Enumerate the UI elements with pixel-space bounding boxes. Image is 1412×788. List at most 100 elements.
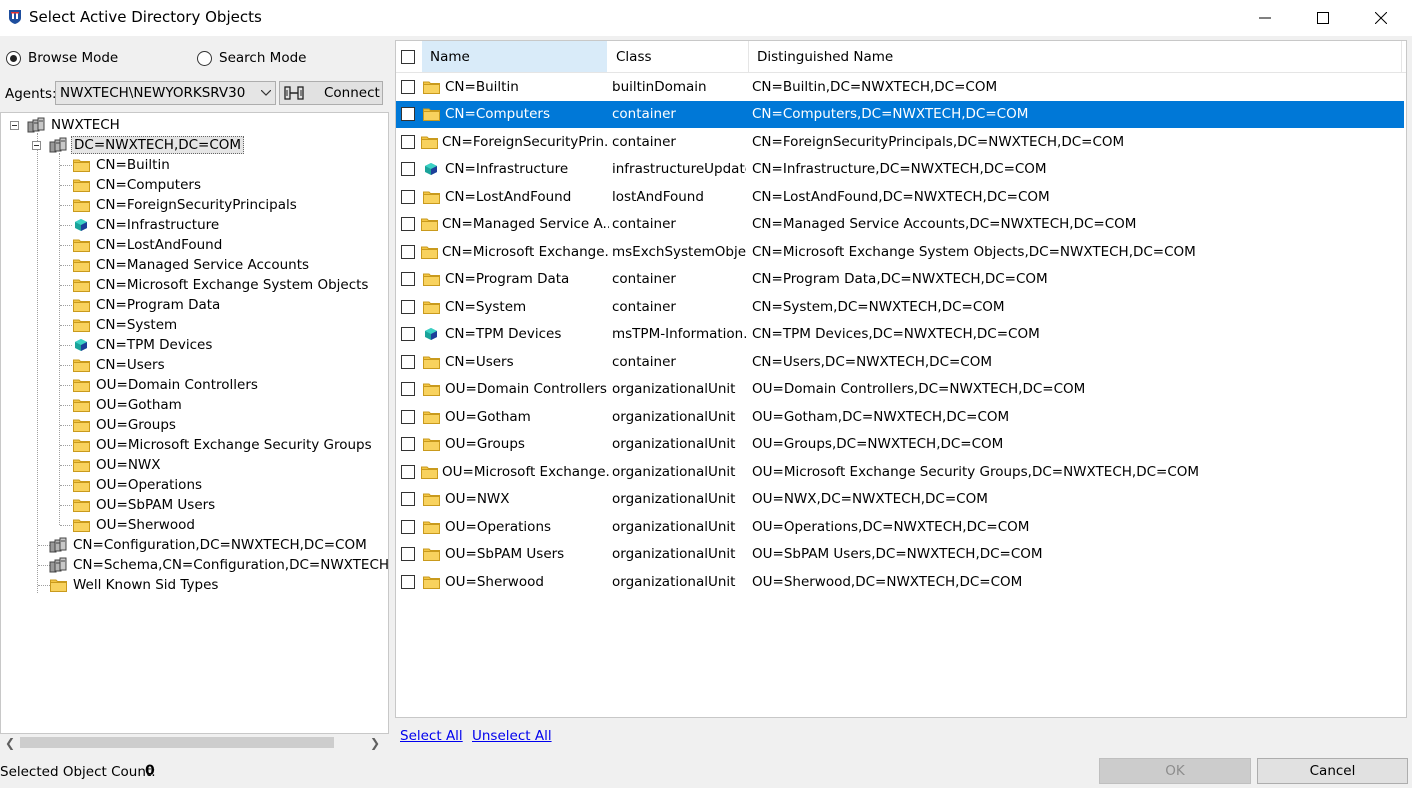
directory-tree[interactable]: NWXTECH DC=NWXTECH,DC=COM CN=Builtin CN=Com… <box>0 112 389 734</box>
tree-node-child[interactable]: CN=Managed Service Accounts <box>72 255 311 275</box>
row-checkbox[interactable] <box>401 409 415 424</box>
tree-node-other[interactable]: CN=Schema,CN=Configuration,DC=NWXTECH,DC… <box>49 555 388 575</box>
tree-node-child[interactable]: OU=NWX <box>72 455 163 475</box>
row-checkbox-cell[interactable] <box>401 403 421 430</box>
tree-node-child[interactable]: OU=SbPAM Users <box>72 495 217 515</box>
tree-node-child[interactable]: CN=Program Data <box>72 295 222 315</box>
row-checkbox-cell[interactable] <box>401 321 421 348</box>
row-checkbox[interactable] <box>401 299 415 314</box>
row-checkbox[interactable] <box>401 492 415 506</box>
table-row[interactable]: CN=ForeignSecurityPrin... container CN=For… <box>396 128 1404 155</box>
row-checkbox[interactable] <box>401 464 415 479</box>
browse-mode-radio[interactable]: Browse Mode <box>6 50 118 66</box>
row-checkbox-cell[interactable] <box>401 211 421 238</box>
table-row[interactable]: OU=Domain Controllers organizationalUnit O… <box>396 376 1404 403</box>
row-checkbox[interactable] <box>401 354 415 369</box>
row-checkbox[interactable] <box>401 107 415 121</box>
row-checkbox[interactable] <box>401 272 415 286</box>
column-header-class[interactable]: Class <box>608 41 749 72</box>
row-checkbox[interactable] <box>401 217 415 231</box>
table-row[interactable]: CN=Program Data container CN=Program Data,… <box>396 266 1404 293</box>
header-select-all-checkbox-cell[interactable] <box>396 41 422 72</box>
close-button[interactable] <box>1352 0 1410 36</box>
tree-node-child[interactable]: CN=Computers <box>72 175 203 195</box>
tree-node-child[interactable]: CN=System <box>72 315 179 335</box>
row-checkbox-cell[interactable] <box>401 568 421 595</box>
row-checkbox[interactable] <box>401 327 415 341</box>
connect-button[interactable]: Connect <box>279 81 383 105</box>
tree-node-domain[interactable]: DC=NWXTECH,DC=COM <box>49 135 245 155</box>
row-checkbox-cell[interactable] <box>401 458 421 485</box>
row-checkbox-cell[interactable] <box>401 73 421 100</box>
row-checkbox-cell[interactable] <box>401 541 421 568</box>
row-checkbox[interactable] <box>401 79 415 94</box>
tree-node-child[interactable]: CN=LostAndFound <box>72 235 224 255</box>
tree-node-child[interactable]: OU=Domain Controllers <box>72 375 260 395</box>
row-checkbox-cell[interactable] <box>401 348 421 375</box>
tree-horizontal-scrollbar[interactable]: ❮ ❯ <box>0 734 389 751</box>
tree-node-child[interactable]: OU=Groups <box>72 415 178 435</box>
row-checkbox[interactable] <box>401 547 415 561</box>
scrollbar-thumb[interactable] <box>20 737 334 748</box>
tree-node-child[interactable]: CN=ForeignSecurityPrincipals <box>72 195 299 215</box>
row-checkbox[interactable] <box>401 382 415 396</box>
table-row[interactable]: CN=Computers container CN=Computers,DC=NWX… <box>396 100 1404 128</box>
search-mode-radio[interactable]: Search Mode <box>197 50 306 66</box>
scroll-left-icon[interactable]: ❮ <box>5 736 15 750</box>
table-row[interactable]: CN=Managed Service A... container CN=Manag… <box>396 211 1404 238</box>
row-checkbox-cell[interactable] <box>401 238 421 265</box>
tree-node-child[interactable]: OU=Microsoft Exchange Security Groups <box>72 435 374 455</box>
select-all-link[interactable]: Select All <box>400 728 463 744</box>
row-checkbox-cell[interactable] <box>401 128 421 155</box>
table-row[interactable]: OU=Operations organizationalUnit OU=Operat… <box>396 513 1404 540</box>
table-row[interactable]: CN=LostAndFound lostAndFound CN=LostAndFou… <box>396 183 1404 210</box>
tree-node-child[interactable]: CN=Microsoft Exchange System Objects <box>72 275 370 295</box>
tree-node-child[interactable]: CN=Infrastructure <box>72 215 221 235</box>
table-row[interactable]: CN=Users container CN=Users,DC=NWXTECH,DC=… <box>396 348 1404 375</box>
row-checkbox-cell[interactable] <box>401 101 421 128</box>
table-row[interactable]: OU=Gotham organizationalUnit OU=Gotham,DC=… <box>396 403 1404 430</box>
collapse-domain-toggle[interactable] <box>32 141 41 150</box>
table-row[interactable]: OU=SbPAM Users organizationalUnit OU=SbPAM… <box>396 541 1404 568</box>
tree-node-root[interactable]: NWXTECH <box>27 115 122 135</box>
agent-dropdown[interactable]: NWXTECH\NEWYORKSRV30 <box>55 81 276 105</box>
row-checkbox-cell[interactable] <box>401 431 421 458</box>
minimize-button[interactable] <box>1236 0 1294 36</box>
column-header-distinguished-name[interactable]: Distinguished Name <box>749 41 1402 72</box>
tree-node-child[interactable]: OU=Operations <box>72 475 204 495</box>
row-checkbox-cell[interactable] <box>401 266 421 293</box>
tree-node-child[interactable]: OU=Gotham <box>72 395 184 415</box>
row-checkbox[interactable] <box>401 574 415 589</box>
column-header-name[interactable]: Name <box>422 41 608 72</box>
row-checkbox-cell[interactable] <box>401 183 421 210</box>
row-checkbox-cell[interactable] <box>401 293 421 320</box>
row-checkbox[interactable] <box>401 519 415 534</box>
row-checkbox-cell[interactable] <box>401 513 421 540</box>
tree-node-other[interactable]: CN=Configuration,DC=NWXTECH,DC=COM <box>49 535 369 555</box>
table-row[interactable]: CN=Infrastructure infrastructureUpdate CN=… <box>396 156 1404 183</box>
maximize-button[interactable] <box>1294 0 1352 36</box>
tree-node-child[interactable]: CN=Builtin <box>72 155 172 175</box>
row-checkbox-cell[interactable] <box>401 156 421 183</box>
row-checkbox-cell[interactable] <box>401 486 421 513</box>
table-row[interactable]: CN=Builtin builtinDomain CN=Builtin,DC=NWX… <box>396 73 1404 100</box>
table-row[interactable]: CN=System container CN=System,DC=NWXTECH,D… <box>396 293 1404 320</box>
table-row[interactable]: CN=TPM Devices msTPM-Information... CN=TPM… <box>396 321 1404 348</box>
cancel-button[interactable]: Cancel <box>1257 758 1408 784</box>
tree-node-other[interactable]: Well Known Sid Types <box>49 575 220 595</box>
header-checkbox[interactable] <box>401 49 415 64</box>
objects-list[interactable]: Name Class Distinguished Name CN=Builtin… <box>395 40 1407 718</box>
collapse-root-toggle[interactable] <box>10 121 19 130</box>
row-checkbox[interactable] <box>401 244 415 259</box>
table-row[interactable]: OU=NWX organizationalUnit OU=NWX,DC=NWXTEC… <box>396 486 1404 513</box>
row-checkbox[interactable] <box>401 162 415 176</box>
ok-button[interactable]: OK <box>1099 758 1251 784</box>
table-row[interactable]: OU=Groups organizationalUnit OU=Groups,DC=… <box>396 431 1404 458</box>
row-checkbox[interactable] <box>401 189 415 204</box>
scroll-right-icon[interactable]: ❯ <box>370 736 380 750</box>
table-row[interactable]: OU=Sherwood organizationalUnit OU=Sherwood… <box>396 568 1404 595</box>
row-checkbox[interactable] <box>401 134 415 149</box>
tree-node-child[interactable]: CN=TPM Devices <box>72 335 214 355</box>
table-row[interactable]: OU=Microsoft Exchange... organizationalUn… <box>396 458 1404 485</box>
row-checkbox-cell[interactable] <box>401 376 421 403</box>
